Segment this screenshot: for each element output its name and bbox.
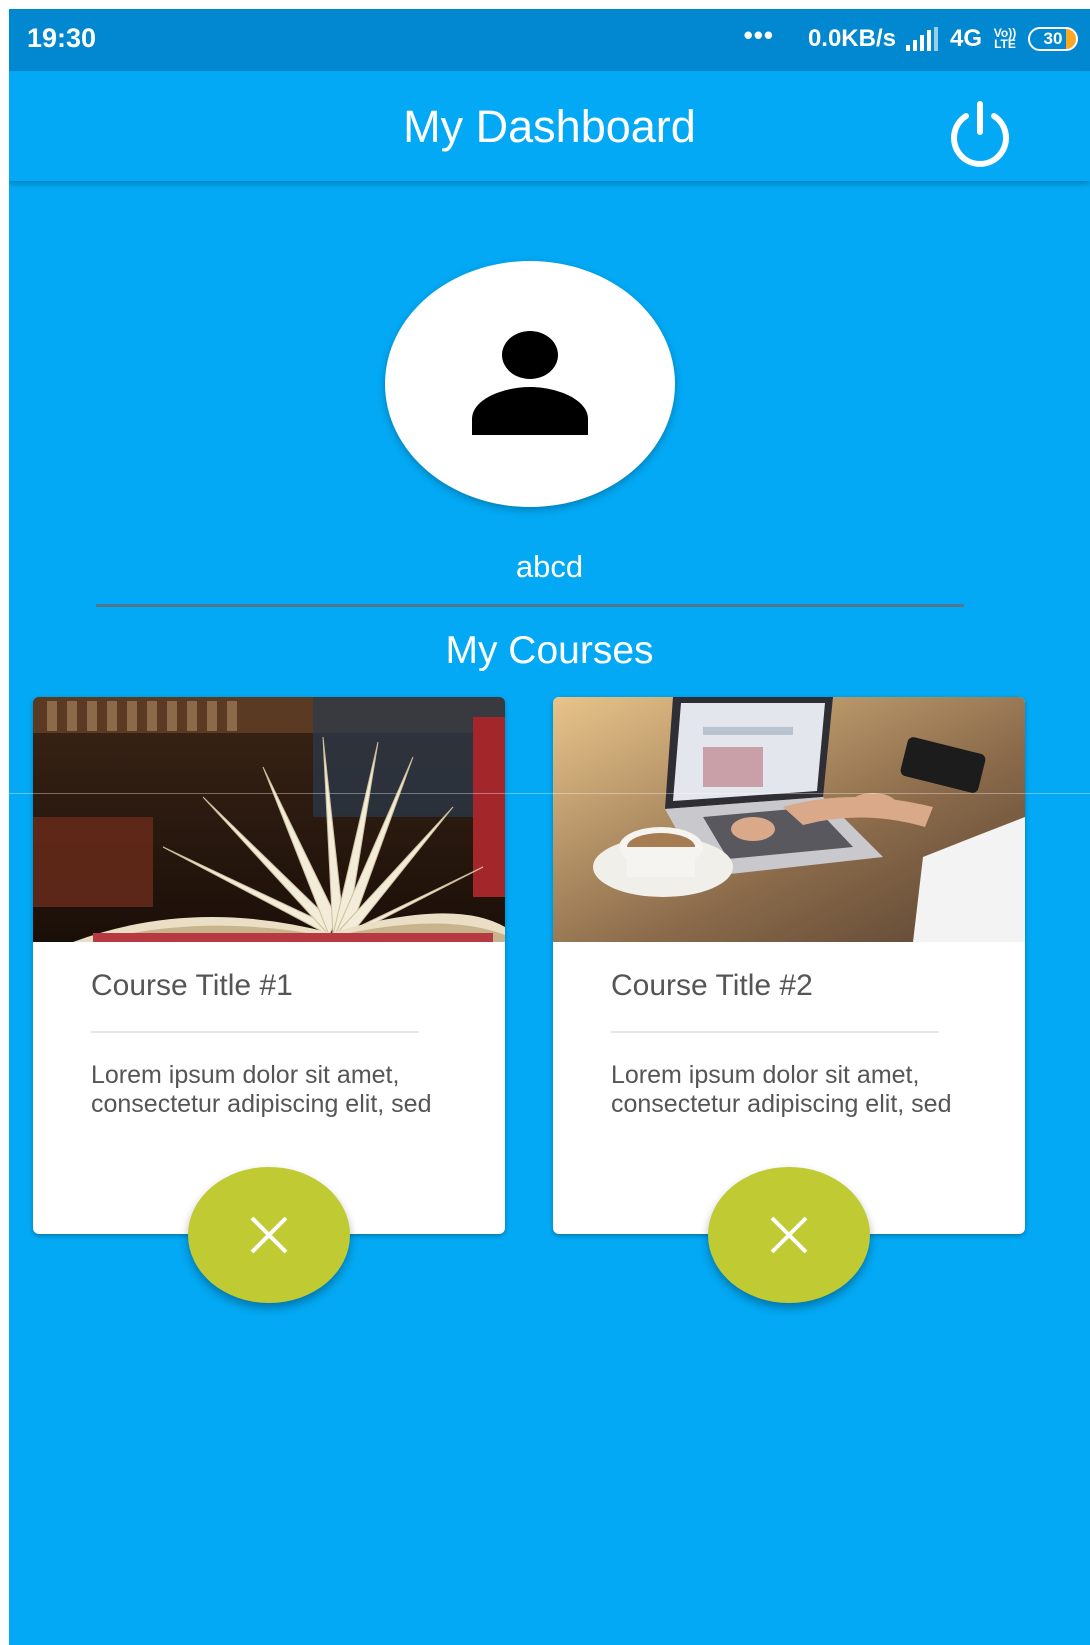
signal-bars-icon <box>905 27 938 51</box>
person-icon <box>472 331 588 435</box>
status-bar: 19:30 ••• 0.0KB/s 4G Vo)) LTE 30 <box>9 9 1090 71</box>
course-title: Course Title #2 <box>611 969 813 1002</box>
logout-button[interactable] <box>944 98 1016 170</box>
battery-level: 30 <box>1043 29 1063 48</box>
page-title: My Dashboard <box>403 101 696 152</box>
avatar[interactable] <box>385 261 675 507</box>
course-description: Lorem ipsum dolor sit amet, consectetur … <box>91 1061 432 1118</box>
volte-indicator: Vo)) LTE <box>992 27 1018 51</box>
course-title: Course Title #1 <box>91 969 293 1002</box>
remove-course-button[interactable] <box>188 1167 350 1303</box>
course-image-laptop-coffee <box>553 697 1025 942</box>
close-icon <box>770 1216 808 1254</box>
course-card[interactable]: Course Title #2 Lorem ipsum dolor sit am… <box>553 697 1025 1303</box>
course-description: Lorem ipsum dolor sit amet, consectetur … <box>611 1061 952 1118</box>
network-type: 4G <box>949 25 982 52</box>
app-bar: My Dashboard <box>9 71 1090 181</box>
course-card[interactable]: Course Title #1 Lorem ipsum dolor sit am… <box>33 697 505 1303</box>
status-time: 19:30 <box>27 23 97 53</box>
divider <box>96 604 964 607</box>
course-image-open-book <box>33 697 505 942</box>
card-divider <box>91 1031 419 1033</box>
volte-bottom: LTE <box>994 37 1016 51</box>
remove-course-button[interactable] <box>708 1167 870 1303</box>
section-title-my-courses: My Courses <box>445 629 654 672</box>
render-artifact-line <box>9 793 1090 794</box>
username: abcd <box>515 549 584 584</box>
status-dots: ••• <box>743 19 774 50</box>
card-divider <box>611 1031 939 1033</box>
status-indicators: ••• 0.0KB/s 4G Vo)) LTE 30 <box>743 19 1078 55</box>
app-screen: 19:30 ••• 0.0KB/s 4G Vo)) LTE 30 My Dash… <box>9 9 1090 1645</box>
close-icon <box>250 1216 288 1254</box>
network-speed: 0.0KB/s <box>807 25 896 52</box>
battery-icon: 30 <box>1028 27 1078 51</box>
power-icon <box>951 101 1009 167</box>
